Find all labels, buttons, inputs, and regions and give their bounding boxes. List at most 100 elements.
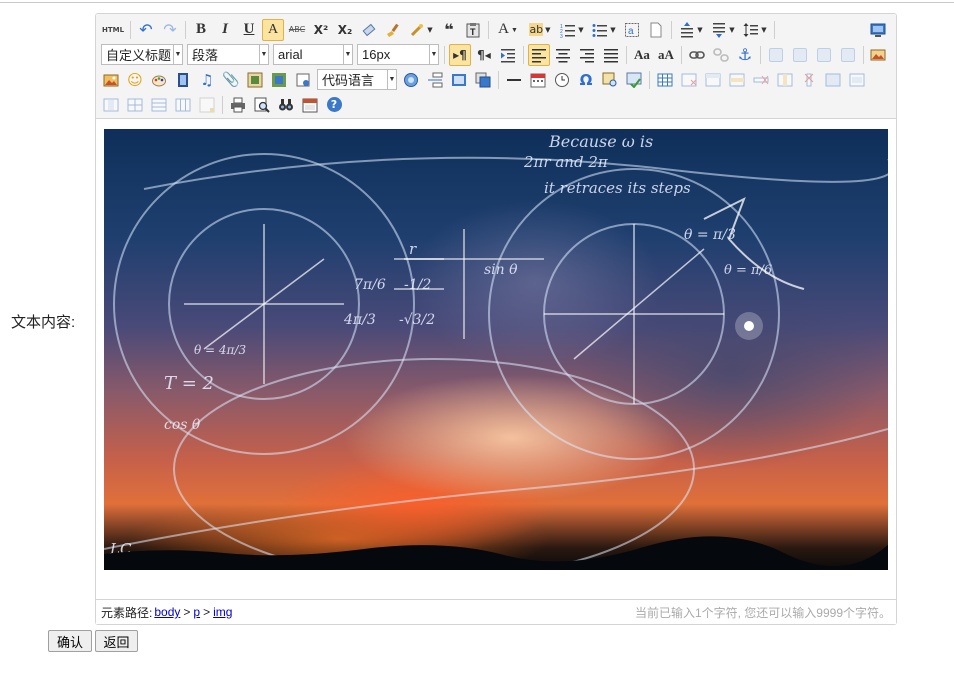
merge-right-icon[interactable] [846, 69, 868, 91]
path-link-img[interactable]: img [213, 605, 232, 619]
uppercase-icon[interactable]: Aa [631, 44, 653, 66]
image-none-icon[interactable] [765, 44, 787, 66]
back-button[interactable]: 返回 [95, 630, 138, 652]
rtl-direction-icon[interactable]: ¶◂ [473, 44, 495, 66]
strikethrough-button[interactable]: ABC [286, 19, 308, 41]
source-html-button[interactable]: HTML [100, 19, 126, 41]
image-center-icon[interactable] [837, 44, 859, 66]
insert-video-icon[interactable] [172, 69, 194, 91]
delete-row-icon[interactable] [750, 69, 772, 91]
page-break-icon[interactable] [424, 69, 446, 91]
spellcheck-icon[interactable] [623, 69, 645, 91]
toolbar-separator [863, 45, 864, 64]
template-icon[interactable] [292, 69, 314, 91]
fontsize-select[interactable]: 16px ▼ [357, 44, 439, 65]
simple-upload-icon[interactable] [867, 44, 889, 66]
inserted-image[interactable]: Because ω is 2πr and 2π it retraces its … [104, 129, 888, 570]
subscript-button[interactable]: X₂ [334, 19, 356, 41]
forecolor-button[interactable]: A ▼ [493, 19, 523, 41]
emotion-icon[interactable]: ☺ [124, 69, 146, 91]
rich-text-editor: HTML ↶ ↷ B I U A ABC X² X₂ ▼ ❝ T A ▼ ab … [95, 13, 897, 625]
paragraph-select[interactable]: 段落 ▼ [187, 44, 269, 65]
scrawl-icon[interactable] [148, 69, 170, 91]
lowercase-icon[interactable]: aA [655, 44, 677, 66]
insert-table-icon[interactable] [654, 69, 676, 91]
snapscreen-icon[interactable] [472, 69, 494, 91]
merge-cells-icon[interactable] [822, 69, 844, 91]
wordimage-icon[interactable] [448, 69, 470, 91]
italic-button[interactable]: I [214, 19, 236, 41]
preview-icon[interactable] [251, 94, 273, 116]
fontfamily-select[interactable]: arial ▼ [273, 44, 353, 65]
search-binoculars-icon[interactable] [275, 94, 297, 116]
path-link-body[interactable]: body [154, 605, 180, 619]
undo-icon[interactable]: ↶ [135, 19, 157, 41]
horizontal-rule-icon[interactable] [503, 69, 525, 91]
help-button[interactable]: ? [323, 94, 345, 116]
justify-right-icon[interactable] [576, 44, 598, 66]
bold-button[interactable]: B [190, 19, 212, 41]
insert-col-icon[interactable] [774, 69, 796, 91]
rowspacing-top-icon[interactable]: ▼ [676, 19, 706, 41]
ltr-direction-icon[interactable]: ▸¶ [449, 43, 471, 66]
insert-frame-icon[interactable] [244, 69, 266, 91]
fontborder-button[interactable]: A [262, 18, 284, 41]
underline-button[interactable]: U [238, 19, 260, 41]
ordered-list-icon[interactable]: 1 2 3 ▼ [557, 19, 587, 41]
justify-full-icon[interactable] [600, 44, 622, 66]
toolbar-separator [671, 20, 672, 39]
format-painter-icon[interactable] [382, 19, 404, 41]
blockquote-button[interactable]: ❝ [438, 19, 460, 41]
fullscreen-icon[interactable] [867, 19, 889, 41]
path-link-p[interactable]: p [193, 605, 200, 619]
insert-caption-icon[interactable] [702, 69, 724, 91]
time-icon[interactable] [551, 69, 573, 91]
background-icon[interactable] [400, 69, 422, 91]
music-icon[interactable]: ♫ [196, 69, 218, 91]
split-to-rows-icon[interactable] [148, 94, 170, 116]
insert-image-icon[interactable] [100, 69, 122, 91]
paste-plain-icon[interactable]: T [462, 19, 484, 41]
autotypeset-icon[interactable]: ▼ [406, 19, 436, 41]
search-replace-icon[interactable] [599, 69, 621, 91]
chart-icon[interactable] [196, 94, 218, 116]
toolbar-separator [649, 70, 650, 89]
justify-center-icon[interactable] [552, 44, 574, 66]
delete-table-icon[interactable] [678, 69, 700, 91]
unlink-icon[interactable] [710, 44, 732, 66]
image-left-icon[interactable] [789, 44, 811, 66]
anchor-icon[interactable]: ⚓ [734, 44, 756, 66]
print-icon[interactable] [227, 94, 249, 116]
attachment-icon[interactable]: 📎 [220, 69, 242, 91]
merge-down-icon[interactable] [100, 94, 122, 116]
image-right-icon[interactable] [813, 44, 835, 66]
split-to-cells-icon[interactable] [124, 94, 146, 116]
confirm-button[interactable]: 确认 [48, 630, 92, 652]
code-language-select[interactable]: 代码语言 ▼ [317, 69, 397, 90]
backcolor-button[interactable]: ab ▼ [525, 19, 555, 41]
drafts-icon[interactable] [299, 94, 321, 116]
unordered-list-icon[interactable]: ▼ [589, 19, 619, 41]
special-char-button[interactable]: Ω [575, 69, 597, 91]
clear-doc-icon[interactable] [645, 19, 667, 41]
superscript-button[interactable]: X² [310, 19, 332, 41]
chevron-down-icon: ▼ [259, 45, 268, 64]
link-icon[interactable] [686, 44, 708, 66]
delete-col-icon[interactable] [798, 69, 820, 91]
google-map-icon[interactable] [268, 69, 290, 91]
eraser-icon[interactable] [358, 19, 380, 41]
editor-content-area[interactable]: Because ω is 2πr and 2π it retraces its … [96, 119, 896, 599]
split-to-cols-icon[interactable] [172, 94, 194, 116]
justify-left-icon[interactable] [528, 43, 550, 66]
date-icon[interactable] [527, 69, 549, 91]
top-divider [0, 2, 954, 3]
insert-row-icon[interactable] [726, 69, 748, 91]
redo-icon[interactable]: ↷ [159, 19, 181, 41]
select-all-icon[interactable]: a [621, 19, 643, 41]
chevron-down-icon: ▼ [429, 45, 438, 64]
rowspacing-bottom-icon[interactable]: ▼ [708, 19, 738, 41]
customstyle-select[interactable]: 自定义标题 ▼ [101, 44, 183, 65]
indent-icon[interactable] [497, 44, 519, 66]
line-height-icon[interactable]: ▼ [740, 19, 770, 41]
toolbar-row-2: 自定义标题 ▼ 段落 ▼ arial ▼ 16px ▼ ▸¶ ¶◂ Aa aA … [99, 42, 893, 67]
